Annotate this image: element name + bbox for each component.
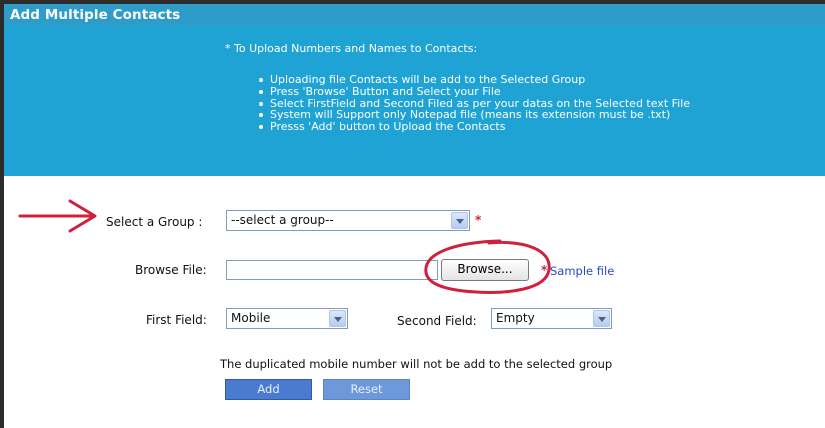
group-select-value: --select a group-- [231, 213, 334, 227]
instruction-item: Press 'Browse' Button and Select your Fi… [257, 85, 690, 98]
second-field-label: Second Field: [397, 314, 477, 328]
group-label: Select a Group : [106, 215, 203, 229]
reset-button[interactable]: Reset [323, 379, 410, 400]
chevron-down-icon[interactable] [593, 310, 610, 327]
instructions-list: Uploading file Contacts will be add to t… [257, 74, 690, 133]
chevron-down-icon[interactable] [329, 310, 346, 327]
file-path-input[interactable] [226, 260, 438, 280]
browse-file-label: Browse File: [135, 263, 207, 277]
group-select[interactable]: --select a group-- [226, 210, 470, 231]
add-button[interactable]: Add [225, 379, 312, 400]
duplicate-note: The duplicated mobile number will not be… [220, 357, 613, 371]
required-marker: * [541, 263, 548, 277]
second-field-select[interactable]: Empty [491, 308, 612, 329]
second-field-value: Empty [496, 311, 535, 325]
first-field-select[interactable]: Mobile [226, 308, 348, 329]
instructions-heading: * To Upload Numbers and Names to Contact… [225, 42, 478, 55]
first-field-label: First Field: [146, 313, 207, 327]
chevron-down-icon[interactable] [451, 212, 468, 229]
add-contacts-panel: Add Multiple Contacts * To Upload Number… [4, 4, 825, 428]
instructions-panel: * To Upload Numbers and Names to Contact… [4, 26, 825, 176]
required-marker: * [475, 213, 482, 227]
sample-file-link[interactable]: Sample file [550, 264, 614, 278]
first-field-value: Mobile [231, 311, 271, 325]
browse-button[interactable]: Browse... [441, 259, 529, 281]
panel-title: Add Multiple Contacts [4, 4, 825, 26]
instruction-item: Presss 'Add' button to Upload the Contac… [257, 121, 690, 133]
